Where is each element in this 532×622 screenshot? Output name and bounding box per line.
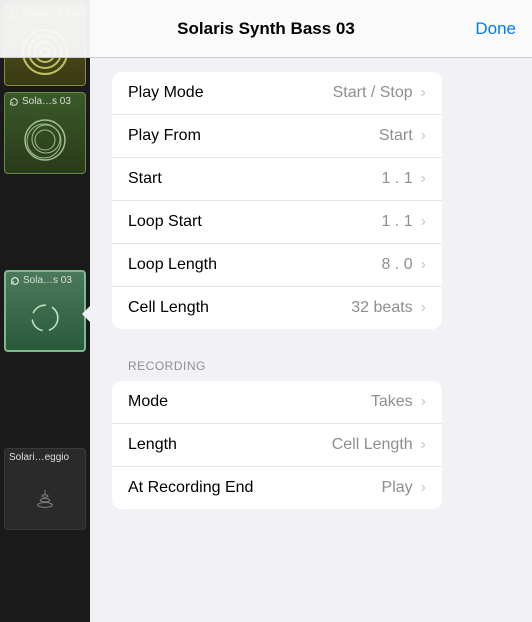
row-play-from[interactable]: Play From Start ›	[112, 115, 442, 158]
chevron-right-icon: ›	[421, 213, 426, 231]
row-at-recording-end[interactable]: At Recording End Play ›	[112, 467, 442, 509]
dashed-circle-icon	[25, 298, 65, 338]
chevron-right-icon: ›	[421, 436, 426, 454]
settings-panel: Play Mode Start / Stop › Play From Start…	[112, 72, 442, 622]
popover-header: Solaris Synth Bass 03 Done	[0, 0, 532, 58]
cell-arpeggio[interactable]: Solari…eggio	[4, 448, 86, 530]
chevron-right-icon: ›	[421, 479, 426, 497]
row-label: Play From	[128, 127, 379, 145]
row-value: 1 . 1	[382, 213, 413, 231]
chevron-right-icon: ›	[421, 127, 426, 145]
loop-icon	[10, 276, 20, 286]
row-label: Loop Length	[128, 256, 382, 274]
row-label: At Recording End	[128, 479, 382, 497]
done-button[interactable]: Done	[475, 19, 516, 39]
cell-waveform	[9, 111, 81, 169]
row-value: Cell Length	[332, 436, 413, 454]
scribble-icon	[20, 115, 70, 165]
recording-group: Mode Takes › Length Cell Length › At Rec…	[112, 381, 442, 509]
row-label: Length	[128, 436, 332, 454]
loop-icon	[9, 97, 19, 107]
row-value: Start / Stop	[333, 84, 413, 102]
row-value: 1 . 1	[382, 170, 413, 188]
cell-waveform	[10, 290, 80, 346]
chevron-right-icon: ›	[421, 299, 426, 317]
cell-label: Sola…s 03	[6, 274, 84, 287]
popover-arrow	[82, 300, 96, 328]
cell-waveform	[9, 467, 81, 525]
cell-selected[interactable]: Sola…s 03	[4, 270, 86, 352]
cell-bass[interactable]: Sola…s 03	[4, 92, 86, 174]
row-label: Start	[128, 170, 382, 188]
cone-icon	[30, 481, 60, 511]
chevron-right-icon: ›	[421, 84, 426, 102]
row-value: Play	[382, 479, 413, 497]
row-loop-length[interactable]: Loop Length 8 . 0 ›	[112, 244, 442, 287]
row-label: Loop Start	[128, 213, 382, 231]
row-label: Cell Length	[128, 299, 351, 317]
row-loop-start[interactable]: Loop Start 1 . 1 ›	[112, 201, 442, 244]
row-value: Start	[379, 127, 413, 145]
chevron-right-icon: ›	[421, 393, 426, 411]
row-label: Mode	[128, 393, 371, 411]
row-length[interactable]: Length Cell Length ›	[112, 424, 442, 467]
row-value: Takes	[371, 393, 413, 411]
row-start[interactable]: Start 1 . 1 ›	[112, 158, 442, 201]
playback-group: Play Mode Start / Stop › Play From Start…	[112, 72, 442, 329]
row-mode[interactable]: Mode Takes ›	[112, 381, 442, 424]
row-label: Play Mode	[128, 84, 333, 102]
recording-header: RECORDING	[112, 359, 442, 381]
cell-label: Sola…s 03	[5, 95, 85, 108]
row-value: 32 beats	[351, 299, 412, 317]
popover-title: Solaris Synth Bass 03	[177, 19, 355, 39]
chevron-right-icon: ›	[421, 256, 426, 274]
row-play-mode[interactable]: Play Mode Start / Stop ›	[112, 72, 442, 115]
chevron-right-icon: ›	[421, 170, 426, 188]
cell-label: Solari…eggio	[5, 451, 85, 464]
row-cell-length[interactable]: Cell Length 32 beats ›	[112, 287, 442, 329]
row-value: 8 . 0	[382, 256, 413, 274]
